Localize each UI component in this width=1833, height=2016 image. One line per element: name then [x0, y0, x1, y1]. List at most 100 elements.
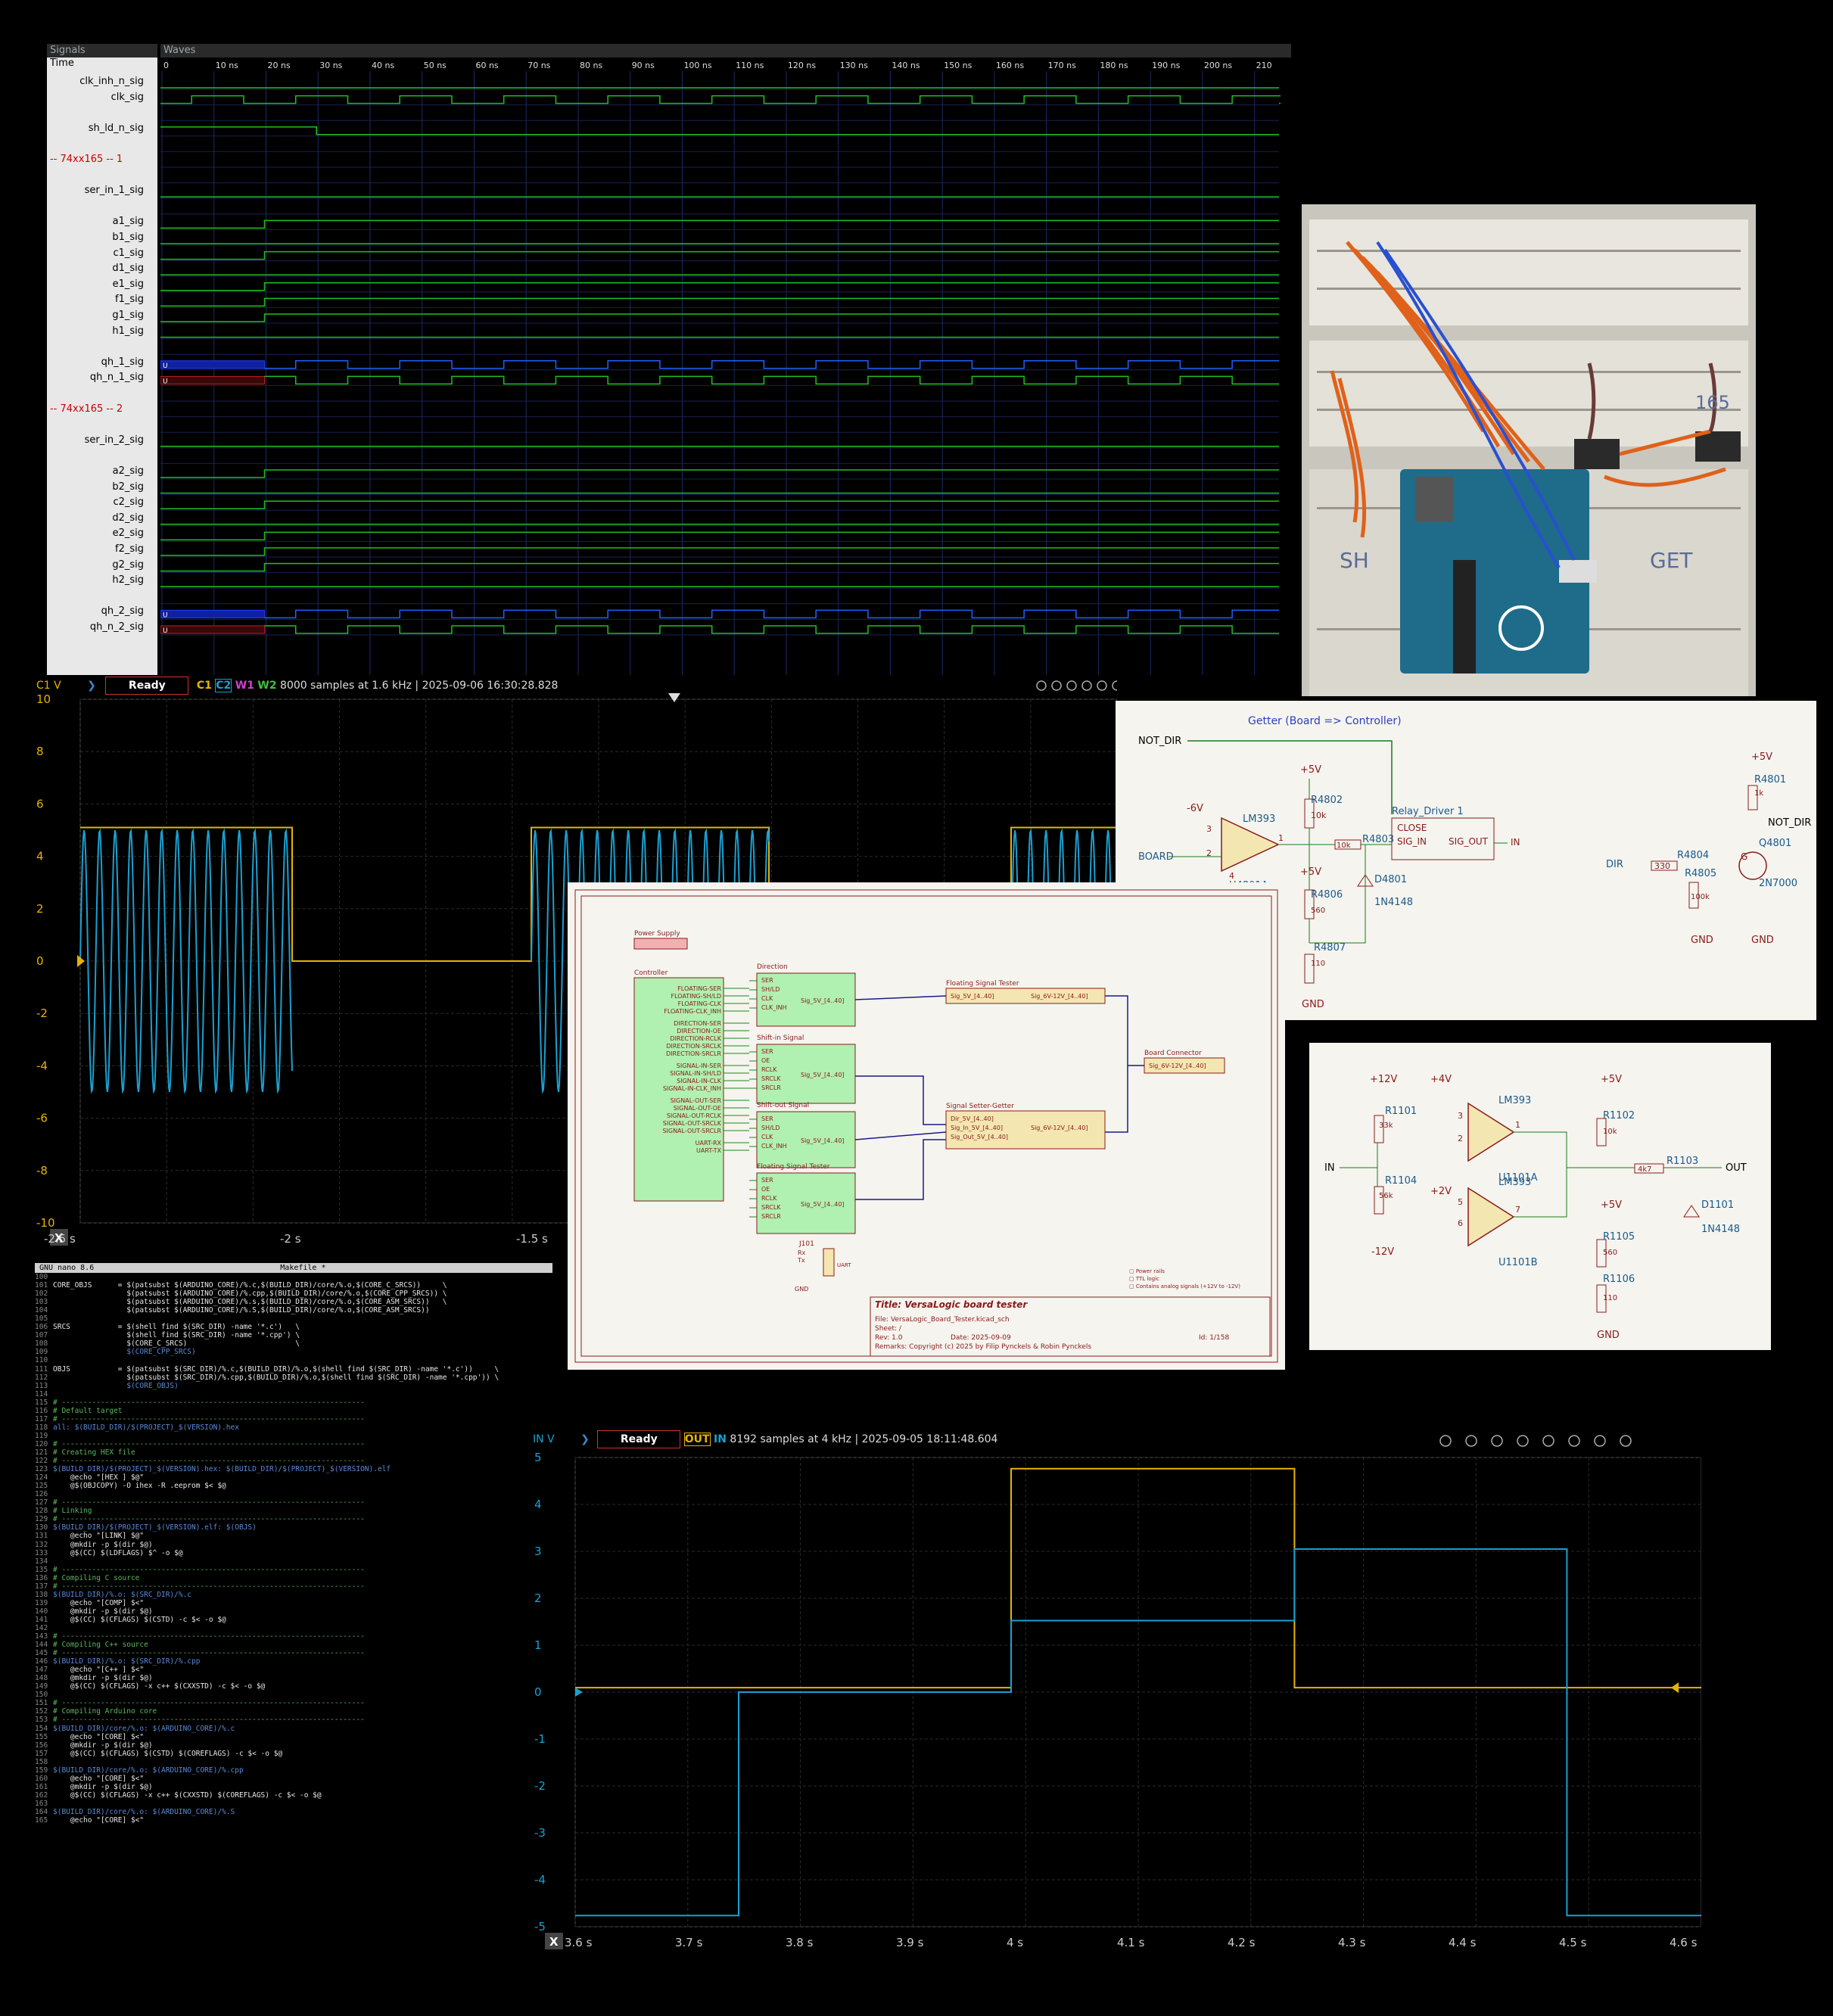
code-line[interactable]: 150	[35, 1691, 552, 1699]
code-line[interactable]: 153 # -----------------------------------…	[35, 1716, 552, 1724]
signal-name[interactable]: a1_sig	[113, 216, 144, 227]
code-line[interactable]: 117 # -----------------------------------…	[35, 1415, 552, 1423]
signal-name[interactable]: h2_sig	[112, 574, 144, 586]
code-line[interactable]: 155 @echo "[CORE] $<"	[35, 1733, 552, 1741]
signal-name[interactable]: -- 74xx165 -- 1	[50, 154, 123, 165]
code-line[interactable]: 110	[35, 1356, 552, 1364]
line-text: # --------------------------------------…	[53, 1632, 365, 1641]
signal-name[interactable]: b2_sig	[112, 481, 144, 493]
code-line[interactable]: 143 # -----------------------------------…	[35, 1632, 552, 1641]
code-line[interactable]: 122 # -----------------------------------…	[35, 1457, 552, 1465]
code-line[interactable]: 111 OBJS = $(patsubst $(SRC_DIR)/%.c,$(BU…	[35, 1365, 552, 1374]
signal-list[interactable]: Time clk_inh_n_sig clk_sig sh_ld_n_sig -- 7…	[47, 58, 157, 675]
code-line[interactable]: 148 @mkdir -p $(dir $@)	[35, 1674, 552, 1682]
signal-name[interactable]: sh_ld_n_sig	[89, 123, 144, 134]
signal-name[interactable]: qh_n_1_sig	[90, 372, 144, 383]
signal-name[interactable]: d2_sig	[112, 512, 144, 524]
code-line[interactable]: 128 # Linking	[35, 1507, 552, 1515]
code-line[interactable]: 133 @$(CC) $(LDFLAGS) $^ -o $@	[35, 1549, 552, 1557]
code-line[interactable]: 109 $(CORE_CPP_SRCS)	[35, 1348, 552, 1356]
code-line[interactable]: 152 # Compiling Arduino core	[35, 1707, 552, 1716]
code-line[interactable]: 154 $(BUILD_DIR)/core/%.o: $(ARDUINO_CORE…	[35, 1725, 552, 1733]
code-line[interactable]: 119	[35, 1432, 552, 1440]
signal-name[interactable]: clk_inh_n_sig	[79, 76, 144, 87]
code-line[interactable]: 113 $(CORE_OBJS)	[35, 1382, 552, 1390]
code-line[interactable]: 112 $(patsubst $(SRC_DIR)/%.cpp,$(BUILD_…	[35, 1374, 552, 1382]
signal-name[interactable]: ser_in_2_sig	[85, 434, 144, 446]
code-line[interactable]: 139 @echo "[COMP] $<"	[35, 1599, 552, 1607]
code-line[interactable]: 129 # -----------------------------------…	[35, 1515, 552, 1523]
code-line[interactable]: 145 # -----------------------------------…	[35, 1649, 552, 1657]
code-line[interactable]: 165 @echo "[CORE] $<"	[35, 1816, 552, 1825]
nano-editor[interactable]: GNU nano 8.6 Makefile * 100 101 CORE_OBJS …	[35, 1263, 552, 1976]
code-line[interactable]: 107 $(shell find $(SRC_DIR) -name '*.cpp…	[35, 1331, 552, 1339]
code-line[interactable]: 140 @mkdir -p $(dir $@)	[35, 1607, 552, 1616]
signal-name[interactable]: clk_sig	[111, 92, 144, 103]
code-line[interactable]: 130 $(BUILD_DIR)/$(PROJECT)_$(VERSION).el…	[35, 1523, 552, 1532]
code-line[interactable]: 124 @echo "[HEX ] $@"	[35, 1473, 552, 1482]
code-line[interactable]: 151 # -----------------------------------…	[35, 1699, 552, 1707]
signal-name[interactable]: f1_sig	[115, 294, 144, 305]
code-line[interactable]: 102 $(patsubst $(ARDUINO_CORE)/%.cpp,$(B…	[35, 1290, 552, 1298]
signal-name[interactable]: e2_sig	[113, 527, 144, 539]
code-line[interactable]: 160 @echo "[CORE] $<"	[35, 1775, 552, 1783]
code-line[interactable]: 137 # -----------------------------------…	[35, 1582, 552, 1591]
signal-name[interactable]: a2_sig	[113, 465, 144, 477]
code-line[interactable]: 134	[35, 1557, 552, 1566]
signal-name[interactable]: d1_sig	[112, 263, 144, 274]
scope2-plot[interactable]: 5 4 3 2 1 0 -1 -2 -3 -4 -5X 3.6 s 3.7 s 3.8 s 3.9 s 4 s…	[528, 1429, 1701, 1951]
signal-name[interactable]: qh_1_sig	[101, 356, 144, 368]
code-line[interactable]: 120 # -----------------------------------…	[35, 1440, 552, 1448]
code-line[interactable]: 162 @$(CC) $(CFLAGS) -x c++ $(CXXSTD) $(…	[35, 1791, 552, 1800]
signal-name[interactable]: b1_sig	[112, 232, 144, 243]
signal-name[interactable]: qh_2_sig	[101, 605, 144, 617]
signal-name[interactable]: c1_sig	[113, 247, 144, 259]
time-tick: 70 ns	[527, 61, 550, 70]
waveform-area[interactable]: 0 10 ns 20 ns 30 ns 40 ns 50 ns 60 ns 70 ns 80 n…	[160, 58, 1281, 675]
code-line[interactable]: 101 CORE_OBJS = $(patsubst $(ARDUINO_CORE…	[35, 1281, 552, 1290]
code-line[interactable]: 135 # -----------------------------------…	[35, 1566, 552, 1574]
signal-name[interactable]: qh_n_2_sig	[90, 621, 144, 633]
signal-name[interactable]: g1_sig	[112, 310, 144, 321]
code-line[interactable]: 158	[35, 1758, 552, 1766]
code-line[interactable]: 116 # Default target	[35, 1407, 552, 1415]
code-line[interactable]: 115 # -----------------------------------…	[35, 1398, 552, 1407]
code-line[interactable]: 121 # Creating HEX file	[35, 1448, 552, 1457]
code-line[interactable]: 157 @$(CC) $(CFLAGS) $(CSTD) $(COREFLAGS…	[35, 1750, 552, 1758]
code-line[interactable]: 103 $(patsubst $(ARDUINO_CORE)/%.s,$(BUI…	[35, 1298, 552, 1306]
code-line[interactable]: 147 @echo "[C++ ] $<"	[35, 1666, 552, 1674]
code-line[interactable]: 149 @$(CC) $(CFLAGS) -x c++ $(CXXSTD) -c…	[35, 1682, 552, 1691]
code-line[interactable]: 142	[35, 1624, 552, 1632]
code-line[interactable]: 164 $(BUILD_DIR)/core/%.o: $(ARDUINO_CORE…	[35, 1808, 552, 1816]
signal-name[interactable]: e1_sig	[113, 278, 144, 290]
code-line[interactable]: 131 @echo "[LINK] $@"	[35, 1532, 552, 1540]
signal-name[interactable]: -- 74xx165 -- 2	[50, 403, 123, 415]
code-line[interactable]: 136 # Compiling C source	[35, 1574, 552, 1582]
code-line[interactable]: 132 @mkdir -p $(dir $@)	[35, 1541, 552, 1549]
code-line[interactable]: 123 $(BUILD_DIR)/$(PROJECT)_$(VERSION).he…	[35, 1465, 552, 1473]
code-line[interactable]: 141 @$(CC) $(CFLAGS) $(CSTD) -c $< -o $@	[35, 1616, 552, 1624]
code-line[interactable]: 146 $(BUILD_DIR)/%.o: $(SRC_DIR)/%.cpp	[35, 1657, 552, 1666]
signal-name[interactable]: c2_sig	[113, 496, 144, 508]
code-line[interactable]: 125 @$(OBJCOPY) -O ihex -R .eeprom $< $@	[35, 1482, 552, 1490]
code-line[interactable]: 105	[35, 1314, 552, 1323]
signal-name[interactable]: g2_sig	[112, 559, 144, 571]
code-line[interactable]: 100	[35, 1273, 552, 1281]
code-line[interactable]: 163	[35, 1800, 552, 1808]
code-line[interactable]: 127 # -----------------------------------…	[35, 1498, 552, 1507]
signal-name[interactable]: h1_sig	[112, 325, 144, 337]
code-line[interactable]: 114	[35, 1390, 552, 1398]
code-line[interactable]: 138 $(BUILD_DIR)/%.o: $(SRC_DIR)/%.c	[35, 1591, 552, 1599]
signal-name[interactable]: ser_in_1_sig	[85, 185, 144, 196]
code-line[interactable]: 159 $(BUILD_DIR)/core/%.o: $(ARDUINO_CORE…	[35, 1766, 552, 1775]
signal-name[interactable]: f2_sig	[115, 543, 144, 555]
code-line[interactable]: 108 $(CORE_C_SRCS) \	[35, 1339, 552, 1348]
code-line[interactable]: 144 # Compiling C++ source	[35, 1641, 552, 1649]
code-line[interactable]: 118 all: $(BUILD_DIR)/$(PROJECT)_$(VERSIO…	[35, 1423, 552, 1432]
nano-buffer[interactable]: 100 101 CORE_OBJS = $(patsubst $(ARDUINO_C…	[35, 1273, 552, 1825]
code-line[interactable]: 106 SRCS = $(shell find $(SRC_DIR) -name …	[35, 1323, 552, 1331]
code-line[interactable]: 126	[35, 1490, 552, 1498]
code-line[interactable]: 161 @mkdir -p $(dir $@)	[35, 1783, 552, 1791]
code-line[interactable]: 104 $(patsubst $(ARDUINO_CORE)/%.S,$(BUI…	[35, 1306, 552, 1314]
code-line[interactable]: 156 @mkdir -p $(dir $@)	[35, 1741, 552, 1750]
